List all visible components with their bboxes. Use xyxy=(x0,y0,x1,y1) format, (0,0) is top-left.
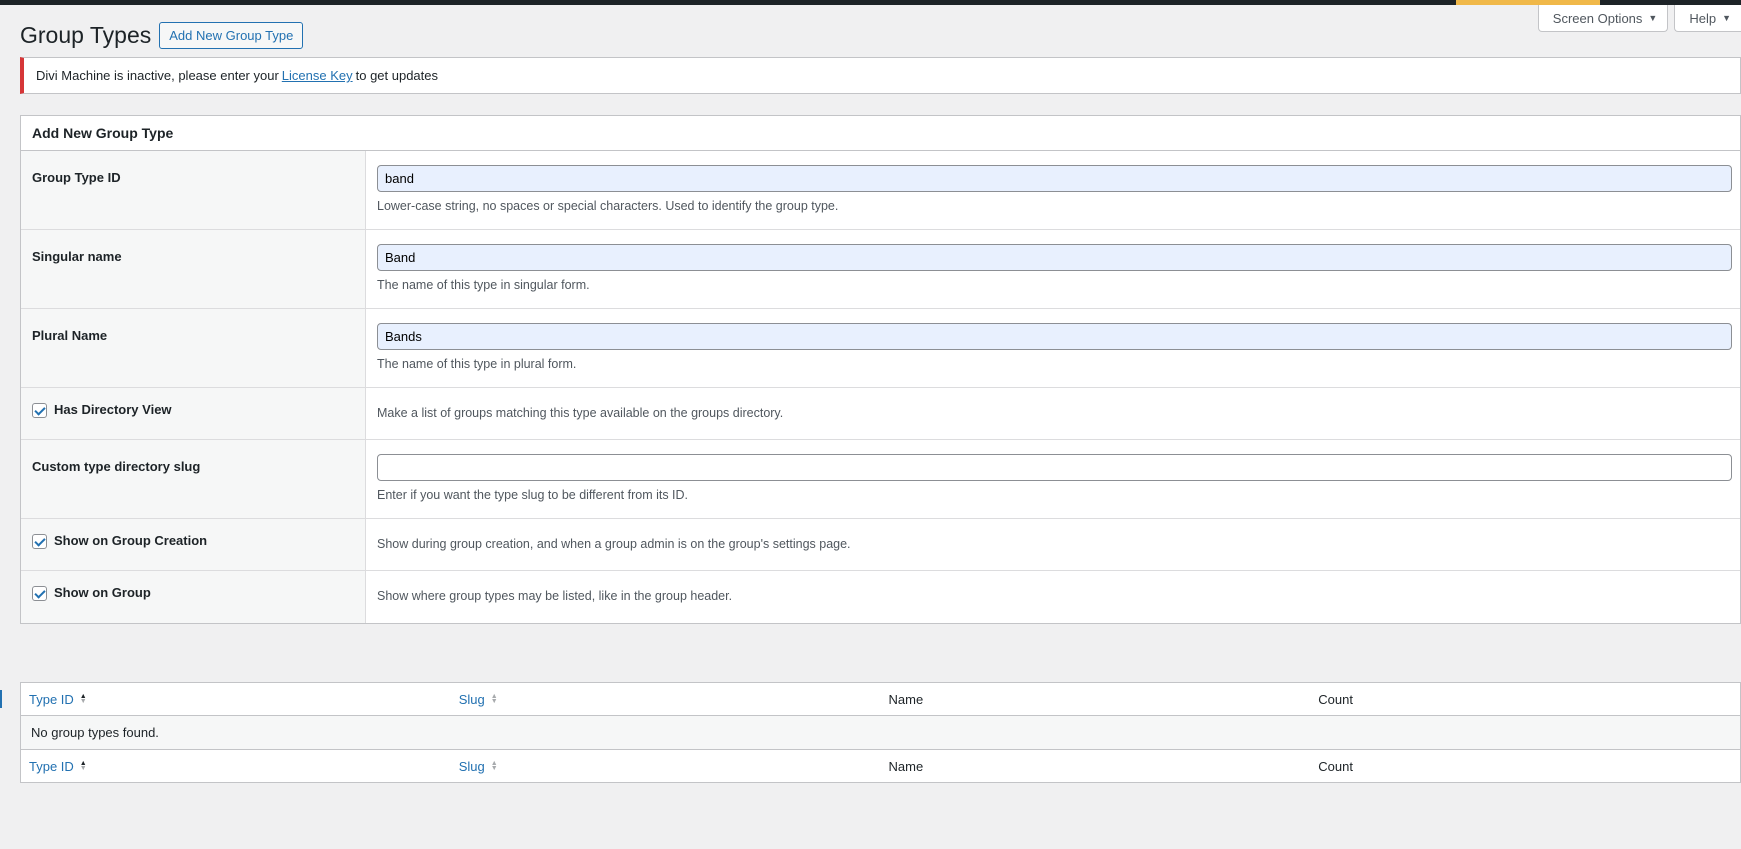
plural-name-description: The name of this type in plural form. xyxy=(377,357,577,371)
table-header-row: Type ID ▲ ▼ Slug ▲ ▼ Name Count xyxy=(21,683,1740,716)
singular-name-input[interactable]: Band xyxy=(377,244,1732,271)
add-new-group-type-button[interactable]: Add New Group Type xyxy=(159,22,304,49)
column-type-id-header[interactable]: Type ID ▲ ▼ xyxy=(21,692,451,707)
plural-name-field-cell: Bands The name of this type in plural fo… xyxy=(366,309,1740,387)
caret-down-icon: ▼ xyxy=(1722,13,1731,23)
show-on-creation-label[interactable]: Show on Group Creation xyxy=(54,533,207,548)
singular-name-field-cell: Band The name of this type in singular f… xyxy=(366,230,1740,308)
screen-meta-links: Screen Options ▼ Help ▼ xyxy=(1537,5,1741,32)
group-type-id-label: Group Type ID xyxy=(21,151,366,229)
page-title: Group Types xyxy=(20,22,152,48)
sort-icon: ▲ ▼ xyxy=(79,760,87,772)
sort-icon: ▲ ▼ xyxy=(490,760,498,772)
footer-name-header: Name xyxy=(888,758,924,774)
sort-icon: ▲ ▼ xyxy=(490,693,498,705)
column-slug-header[interactable]: Slug ▲ ▼ xyxy=(451,692,881,707)
column-type-id-label: Type ID xyxy=(29,691,74,707)
has-directory-row: Has Directory View Make a list of groups… xyxy=(21,388,1740,440)
heading-row: Group Types Add New Group Type xyxy=(20,22,304,49)
show-on-creation-label-cell: Show on Group Creation xyxy=(21,519,366,570)
help-button[interactable]: Help ▼ xyxy=(1674,5,1741,32)
screen-options-button[interactable]: Screen Options ▼ xyxy=(1537,5,1669,32)
show-on-group-label[interactable]: Show on Group xyxy=(54,585,151,600)
footer-type-id-label: Type ID xyxy=(29,758,74,774)
group-type-id-row: Group Type ID band Lower-case string, no… xyxy=(21,151,1740,230)
has-directory-description: Make a list of groups matching this type… xyxy=(377,406,784,420)
singular-name-description: The name of this type in singular form. xyxy=(377,278,590,292)
plural-name-label: Plural Name xyxy=(21,309,366,387)
screen-options-label: Screen Options xyxy=(1552,10,1643,26)
footer-slug-label: Slug xyxy=(458,758,485,774)
directory-slug-description: Enter if you want the type slug to be di… xyxy=(377,488,689,502)
column-count-header: Count xyxy=(1318,691,1353,707)
directory-slug-input[interactable] xyxy=(377,454,1732,481)
sort-icon: ▲ ▼ xyxy=(79,693,87,705)
show-on-creation-checkbox[interactable] xyxy=(32,534,47,549)
notice-text-after: to get updates xyxy=(355,68,439,83)
footer-count-header: Count xyxy=(1318,758,1353,774)
has-directory-label[interactable]: Has Directory View xyxy=(54,402,172,417)
group-types-table: Type ID ▲ ▼ Slug ▲ ▼ Name Count No group t… xyxy=(20,682,1741,783)
add-group-type-form: Add New Group Type Group Type ID band Lo… xyxy=(20,115,1741,624)
license-key-link[interactable]: License Key xyxy=(282,68,353,83)
caret-down-icon: ▼ xyxy=(1648,13,1658,23)
left-edge-marker xyxy=(0,690,2,708)
form-title: Add New Group Type xyxy=(21,116,1740,151)
show-on-group-row: Show on Group Show where group types may… xyxy=(21,571,1740,623)
has-directory-checkbox[interactable] xyxy=(32,403,47,418)
column-slug-label: Slug xyxy=(458,691,485,707)
show-on-creation-description: Show during group creation, and when a g… xyxy=(377,537,851,551)
plural-name-input[interactable]: Bands xyxy=(377,323,1732,350)
singular-name-row: Singular name Band The name of this type… xyxy=(21,230,1740,309)
group-type-id-field-cell: band Lower-case string, no spaces or spe… xyxy=(366,151,1740,229)
footer-type-id-header[interactable]: Type ID ▲ ▼ xyxy=(21,759,451,774)
show-on-creation-row: Show on Group Creation Show during group… xyxy=(21,519,1740,571)
empty-table-row: No group types found. xyxy=(21,716,1740,749)
group-type-id-description: Lower-case string, no spaces or special … xyxy=(377,199,839,213)
column-name-header: Name xyxy=(888,691,924,707)
directory-slug-row: Custom type directory slug Enter if you … xyxy=(21,440,1740,519)
license-notice: Divi Machine is inactive, please enter y… xyxy=(20,57,1741,94)
singular-name-label: Singular name xyxy=(21,230,366,308)
footer-slug-header[interactable]: Slug ▲ ▼ xyxy=(451,759,881,774)
directory-slug-label: Custom type directory slug xyxy=(21,440,366,518)
show-on-group-label-cell: Show on Group xyxy=(21,571,366,623)
admin-bar xyxy=(0,0,1741,5)
help-label: Help xyxy=(1689,10,1717,26)
notice-text-before: Divi Machine is inactive, please enter y… xyxy=(36,68,279,83)
group-type-id-input[interactable]: band xyxy=(377,165,1732,192)
has-directory-label-cell: Has Directory View xyxy=(21,388,366,439)
plural-name-row: Plural Name Bands The name of this type … xyxy=(21,309,1740,388)
show-on-group-description: Show where group types may be listed, li… xyxy=(377,589,733,603)
show-on-group-checkbox[interactable] xyxy=(32,586,47,601)
directory-slug-field-cell: Enter if you want the type slug to be di… xyxy=(366,440,1740,518)
table-footer-row: Type ID ▲ ▼ Slug ▲ ▼ Name Count xyxy=(21,749,1740,782)
